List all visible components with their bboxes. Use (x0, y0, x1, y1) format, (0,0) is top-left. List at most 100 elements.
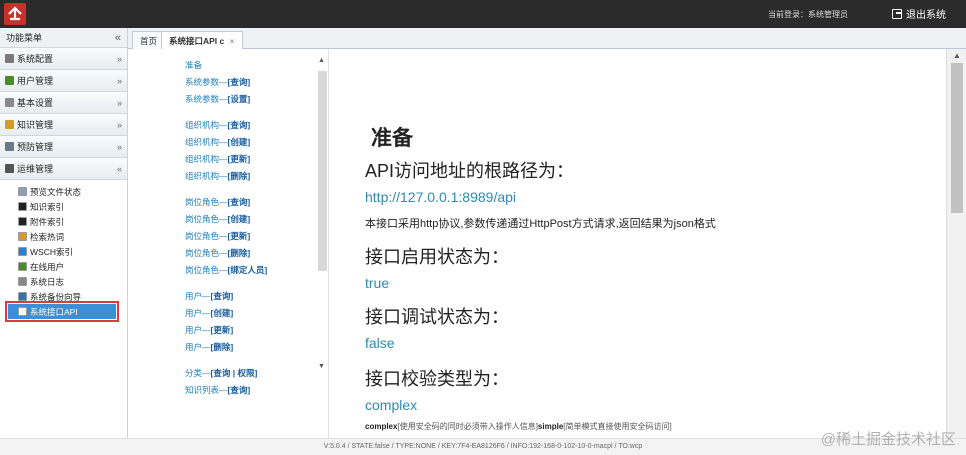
api-nav-prefix: 系统参数— (185, 77, 228, 87)
sidebar-subitem-5[interactable]: 在线用户 (18, 259, 127, 274)
api-nav-prefix: 岗位角色— (185, 265, 228, 275)
api-nav-action[interactable]: [查询] (228, 197, 251, 207)
api-nav-prefix: 岗位角色— (185, 231, 228, 241)
api-nav-action[interactable]: [创建] (228, 214, 251, 224)
content-scroll-up-icon[interactable]: ▲ (953, 51, 961, 60)
api-nav-prefix: 准备 (185, 60, 203, 70)
api-nav-action[interactable]: [设置] (228, 94, 251, 104)
note-simple-text: [简单模式直接使用安全码访问] (563, 422, 672, 431)
sidebar-group-4[interactable]: 预防管理 » (0, 136, 127, 158)
api-nav-link[interactable]: 用户—[创建] (185, 307, 315, 324)
api-nav-link[interactable]: 组织机构—[删除] (185, 170, 315, 187)
sidebar-subitem-3[interactable]: 检索热词 (18, 229, 127, 244)
api-nav-action[interactable]: [更新] (228, 231, 251, 241)
api-nav-link[interactable]: 知识列表—[查询] (185, 384, 315, 401)
logout-icon (892, 8, 902, 19)
api-nav-link[interactable]: 岗位角色—[更新] (185, 230, 315, 247)
sidebar-subitem-label: 系统接口API (30, 306, 78, 317)
api-nav-link[interactable]: 系统参数—[查询] (185, 76, 315, 93)
sidebar-group-2[interactable]: 基本设置 » (0, 92, 127, 114)
sidebar-group-0[interactable]: 系统配置 » (0, 48, 127, 70)
api-nav-action[interactable]: [更新] (228, 154, 251, 164)
sidebar-subitem-1[interactable]: 知识索引 (18, 199, 127, 214)
api-nav-link[interactable]: 岗位角色—[删除] (185, 247, 315, 264)
gear-icon (5, 54, 14, 63)
logout-button[interactable]: 退出系统 (892, 6, 946, 21)
chevron-icon[interactable]: » (117, 76, 122, 86)
file-preview-icon (18, 187, 27, 196)
api-nav-action[interactable]: [创建] (228, 137, 251, 147)
collapse-sidebar-icon[interactable]: « (115, 32, 121, 44)
api-nav-link[interactable]: 岗位角色—[查询] (185, 196, 315, 213)
monitor-icon (5, 164, 14, 173)
current-login-label: 当前登录：系统管理员 (768, 10, 848, 19)
api-nav-action[interactable]: [删除] (228, 171, 251, 181)
api-nav-action[interactable]: [删除] (211, 342, 234, 352)
sidebar-subitem-8[interactable]: 系统接口API (5, 301, 119, 322)
api-nav-link[interactable]: 用户—[查询] (185, 290, 315, 307)
sidebar-subitem-label: 知识索引 (30, 201, 65, 212)
chevron-icon[interactable]: » (117, 98, 122, 108)
sidebar-subitem-4[interactable]: WSCH索引 (18, 244, 127, 259)
sidebar-group-label: 知识管理 (17, 120, 54, 130)
tab-system-api[interactable]: 系统接口API c × (161, 31, 243, 49)
chevron-icon[interactable]: » (117, 120, 122, 130)
api-nav-pane: 准备 系统参数—[查询] 系统参数—[设置] 组织机构—[查询] 组织机构—[创建] 组织… (128, 49, 328, 438)
sidebar-subitem-2[interactable]: 附件索引 (18, 214, 127, 229)
sidebar-subitem-label: 在线用户 (30, 261, 65, 272)
api-nav-prefix: 岗位角色— (185, 248, 228, 258)
api-nav-action[interactable]: [删除] (228, 248, 251, 258)
sidebar-subitem-6[interactable]: 系统日志 (18, 274, 127, 289)
api-root-url[interactable]: http://127.0.0.1:8989/api (365, 189, 516, 205)
api-nav-prefix: 组织机构— (185, 120, 228, 130)
api-nav-scroll-thumb[interactable] (318, 71, 327, 271)
api-nav-action[interactable]: [绑定人员] (228, 265, 268, 275)
api-nav-action[interactable]: [创建] (211, 308, 234, 318)
api-nav-action[interactable]: [查询] (228, 77, 251, 87)
api-nav-action[interactable]: [查询] (228, 120, 251, 130)
api-nav-action[interactable]: [更新] (211, 325, 234, 335)
sidebar-subitem-label: 系统日志 (30, 276, 65, 287)
online-user-icon (18, 262, 27, 271)
api-nav-link[interactable]: 用户—[删除] (185, 341, 315, 358)
api-nav-prefix: 用户— (185, 342, 211, 352)
api-nav-prefix: 组织机构— (185, 137, 228, 147)
api-nav-link[interactable]: 用户—[更新] (185, 324, 315, 341)
api-nav-action[interactable]: [查询] (211, 291, 234, 301)
api-nav-link[interactable]: 组织机构—[更新] (185, 153, 315, 170)
api-nav-action[interactable]: [查询] (228, 385, 251, 395)
api-nav-prefix: 用户— (185, 291, 211, 301)
sidebar-subitem-7[interactable]: 系统备份向导 (18, 289, 127, 304)
index-icon (18, 202, 27, 211)
debug-status-value: false (365, 335, 395, 351)
chevron-icon[interactable]: » (117, 54, 122, 64)
content-scrollbar[interactable]: ▲ (946, 49, 966, 438)
search-hotword-icon (18, 232, 27, 241)
api-nav-link[interactable]: 系统参数—[设置] (185, 93, 315, 110)
api-nav-link[interactable]: 岗位角色—[绑定人员] (185, 264, 315, 281)
sidebar-subitem-0[interactable]: 预览文件状态 (18, 184, 127, 199)
api-nav-prefix: 组织机构— (185, 154, 228, 164)
chevron-icon[interactable]: » (117, 142, 122, 152)
scroll-down-icon[interactable]: ▼ (318, 363, 325, 370)
api-nav-prefix: 系统参数— (185, 94, 228, 104)
tab-refresh-label[interactable]: c (220, 36, 225, 46)
chevron-icon[interactable]: « (117, 164, 122, 174)
api-nav-link[interactable]: 组织机构—[查询] (185, 119, 315, 136)
sidebar-group-1[interactable]: 用户管理 » (0, 70, 127, 92)
api-nav-prefix: 用户— (185, 325, 211, 335)
api-nav-link[interactable]: 岗位角色—[创建] (185, 213, 315, 230)
scroll-up-icon[interactable]: ▲ (318, 57, 325, 64)
api-nav-link[interactable]: 组织机构—[创建] (185, 136, 315, 153)
api-nav-link[interactable]: 准备 (185, 59, 315, 76)
backup-icon (18, 292, 27, 301)
content-scroll-thumb[interactable] (951, 63, 963, 213)
globe-icon (18, 247, 27, 256)
sidebar-group-3[interactable]: 知识管理 » (0, 114, 127, 136)
api-nav-action[interactable]: [查询 | 权限] (211, 368, 258, 378)
api-nav-prefix: 分类— (185, 368, 211, 378)
api-nav-link[interactable]: 分类—[查询 | 权限] (185, 367, 315, 384)
sidebar-group-5[interactable]: 运维管理 « (0, 158, 127, 180)
tab-close-icon[interactable]: × (230, 36, 235, 46)
api-nav-scrollbar[interactable]: ▲ ▼ (317, 57, 328, 382)
